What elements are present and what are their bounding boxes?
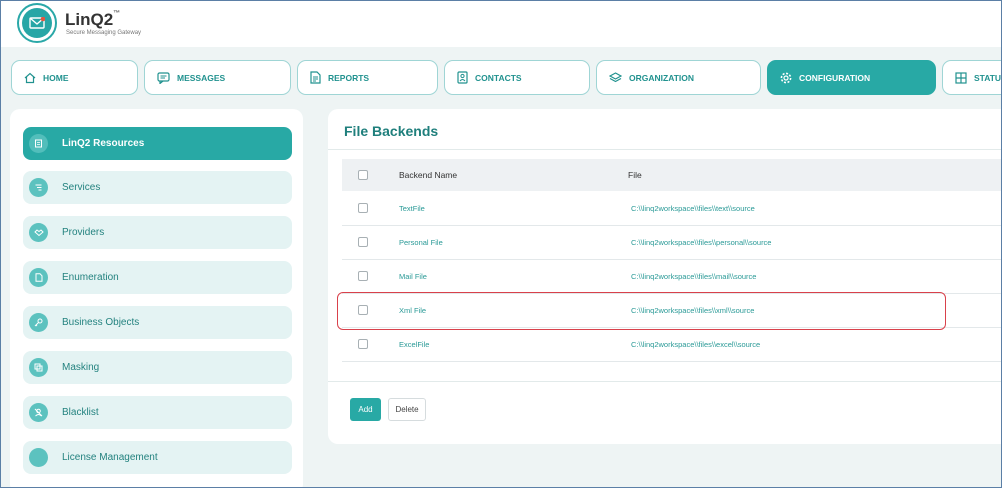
backend-name-link[interactable]: Mail File [399,272,427,281]
top-bar: LinQ2™ Secure Messaging Gateway [1,1,1001,47]
report-icon [310,71,321,84]
backend-name-link[interactable]: ExcelFile [399,340,429,349]
envelope-icon [29,17,45,29]
logo [17,3,57,43]
home-icon [24,72,36,83]
delete-button[interactable]: Delete [388,398,426,421]
sidebar-item-masking[interactable]: Masking [23,351,292,384]
tab-organization[interactable]: ORGANIZATION [596,60,761,95]
handshake-icon [33,229,44,237]
backend-name-link[interactable]: TextFile [399,204,425,213]
table-row: Mail File C:\\linq2workspace\\files\\mai… [342,259,1001,294]
add-button[interactable]: Add [350,398,381,421]
copy-icon [34,363,43,372]
table-row: TextFile C:\\linq2workspace\\files\\text… [342,191,1001,226]
list-icon [35,139,42,148]
footer-divider [328,381,1001,382]
contact-icon [457,71,468,84]
file-path: C:\\linq2workspace\\files\\personal\\sou… [631,238,772,247]
layers-icon [609,71,622,82]
app-tagline: Secure Messaging Gateway [66,30,142,36]
file-path: C:\\linq2workspace\\files\\mail\\source [631,272,757,281]
column-header-backend-name: Backend Name [399,170,458,180]
column-header-file: File [628,170,642,180]
file-backends-panel: File Backends Backend Name File TextFile… [328,109,1001,444]
tab-messages[interactable]: MESSAGES [144,60,291,95]
row-checkbox[interactable] [358,203,368,213]
sidebar-item-business-objects[interactable]: Business Objects [23,306,292,339]
services-icon [35,184,42,191]
file-path: C:\\linq2workspace\\files\\excel\\source [631,340,761,349]
title-divider [328,149,1001,150]
sidebar-item-providers[interactable]: Providers [23,216,292,249]
tab-configuration[interactable]: CONFIGURATION [767,60,936,95]
sidebar-item-license-management[interactable]: License Management [23,441,292,474]
backend-name-link[interactable]: Personal File [399,238,443,247]
file-path: C:\\linq2workspace\\files\\text\\source [631,204,755,213]
message-icon [157,71,170,84]
key-icon [34,318,43,327]
row-checkbox[interactable] [358,339,368,349]
sidebar: LinQ2 Resources Services Providers Enume… [10,109,303,487]
document-icon [35,273,42,282]
tab-status[interactable]: STATUS [942,60,1001,95]
table-header: Backend Name File [342,159,1001,191]
tab-reports[interactable]: REPORTS [297,60,438,95]
sidebar-item-services[interactable]: Services [23,171,292,204]
page-title: File Backends [344,123,439,139]
tab-home[interactable]: HOME [11,60,138,95]
table-row: ExcelFile C:\\linq2workspace\\files\\exc… [342,327,1001,362]
grid-icon [955,71,967,84]
row-checkbox[interactable] [358,237,368,247]
main-nav: HOME MESSAGES REPORTS CONTACTS ORGANIZAT… [11,60,1001,97]
table-row: Personal File C:\\linq2workspace\\files\… [342,225,1001,260]
sidebar-item-linq2-resources[interactable]: LinQ2 Resources [23,127,292,160]
tab-contacts[interactable]: CONTACTS [444,60,590,95]
sidebar-item-blacklist[interactable]: Blacklist [23,396,292,429]
highlight-annotation [337,292,946,330]
sidebar-item-enumeration[interactable]: Enumeration [23,261,292,294]
app-window: LinQ2™ Secure Messaging Gateway HOME MES… [0,0,1002,488]
gear-icon [780,72,792,83]
block-user-icon [34,408,43,417]
app-name: LinQ2™ [65,10,121,29]
license-icon [29,448,48,467]
select-all-checkbox[interactable] [358,170,368,180]
row-checkbox[interactable] [358,271,368,281]
